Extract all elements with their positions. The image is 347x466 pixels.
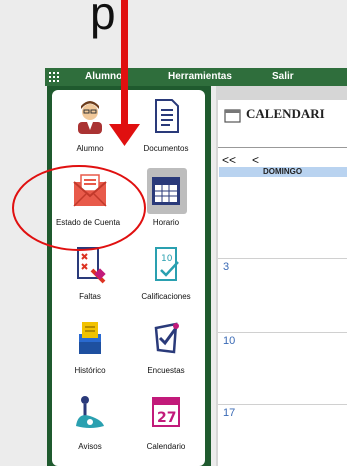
red-arrow-annotation <box>109 0 140 146</box>
